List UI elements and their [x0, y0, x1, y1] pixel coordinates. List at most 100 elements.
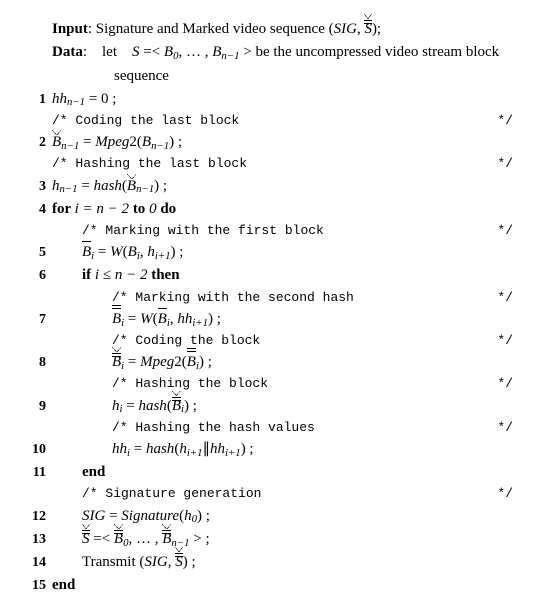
- comment-text: Hashing the hash values: [135, 420, 314, 435]
- for-cond: i = n − 2: [75, 201, 133, 217]
- do-kw: do: [160, 201, 176, 217]
- b-hat: B: [52, 131, 61, 154]
- h3: h: [52, 178, 60, 194]
- comment-open: /*: [82, 486, 105, 501]
- a1-7: B: [158, 308, 167, 331]
- comment-end: */: [497, 221, 517, 241]
- lineno-7: 7: [22, 309, 52, 331]
- mpeg-num: 2(: [129, 134, 142, 150]
- arg3: B: [127, 175, 136, 198]
- data-dots: , … ,: [179, 44, 213, 60]
- algo-line-4: 4 for i = n − 2 to 0 do: [22, 198, 517, 221]
- close14: ) ;: [183, 554, 196, 570]
- for-zero: 0: [149, 201, 160, 217]
- algo-line-8: 8 Bi = Mpeg2(Bi) ;: [22, 351, 517, 374]
- algo-line-10: 10 hhi = hash(hi+1∥hhi+1) ;: [22, 438, 517, 461]
- comment-row-5: /* Coding the block */: [22, 331, 517, 351]
- input-line: Input: Signature and Marked video sequen…: [22, 18, 517, 41]
- algo-line-15: 15 end: [22, 574, 517, 597]
- close9: ) ;: [184, 398, 197, 414]
- a2-5-sub: i+1: [155, 250, 171, 262]
- comment-row-3: /* Marking with the first block */: [22, 221, 517, 241]
- concat-bar: ∥: [203, 441, 211, 457]
- b-bar: B: [82, 241, 91, 264]
- hh10: hh: [112, 441, 127, 457]
- close5: ) ;: [171, 244, 184, 260]
- eq2: =: [79, 134, 95, 150]
- lineno-11: 11: [22, 462, 52, 484]
- data-eq: =<: [140, 44, 164, 60]
- data-close: > be the uncompressed video stream block: [240, 44, 500, 60]
- if-cond: i ≤ n − 2: [95, 267, 151, 283]
- hash9: hash: [138, 398, 166, 414]
- dots13: , … ,: [129, 531, 163, 547]
- w-fn7: W: [140, 311, 153, 327]
- transmit: Transmit (: [82, 554, 144, 570]
- close3: ) ;: [154, 178, 167, 194]
- eq7: =: [124, 311, 140, 327]
- sig14: SIG: [144, 554, 167, 570]
- data-label: Data: [52, 44, 83, 60]
- a1-10: h: [179, 441, 187, 457]
- w-fn: W: [110, 244, 123, 260]
- comment-open: /*: [52, 156, 75, 171]
- a1-5-sub: i: [137, 250, 140, 262]
- algo-line-14: 14 Transmit (SIG, S) ;: [22, 551, 517, 574]
- data-let: : let: [83, 44, 132, 60]
- algo-line-2: 2 Bn−1 = Mpeg2(Bn−1) ;: [22, 131, 517, 154]
- comment-open: /*: [112, 333, 135, 348]
- comment-end: */: [497, 374, 517, 394]
- mpeg8: Mpeg: [140, 354, 174, 370]
- input-text: : Signature and Marked video sequence (: [88, 21, 334, 37]
- if-kw: if: [82, 267, 95, 283]
- lineno-2: 2: [22, 132, 52, 154]
- mpeg: Mpeg: [95, 134, 129, 150]
- arg8: B: [187, 351, 196, 374]
- comment-row-7: /* Hashing the hash values */: [22, 418, 517, 438]
- sig12: SIG: [82, 508, 105, 524]
- s-hatbar: S: [82, 528, 90, 551]
- comment-text: Hashing the last block: [75, 156, 247, 171]
- arg12-sub: 0: [192, 513, 197, 525]
- algo-line-11: 11 end: [22, 461, 517, 484]
- hh10-sub: i: [127, 447, 130, 459]
- comment-row-8: /* Signature generation */: [22, 484, 517, 504]
- comment-end: */: [497, 418, 517, 438]
- sig-sym: SIG: [334, 21, 357, 37]
- comment-text: Coding the last block: [75, 113, 239, 128]
- lineno-8: 8: [22, 352, 52, 374]
- arg12: h: [184, 508, 192, 524]
- comment-end: */: [497, 288, 517, 308]
- close8: ) ;: [199, 354, 212, 370]
- comment-end: */: [497, 154, 517, 174]
- b0-13: B: [114, 528, 123, 551]
- eq3: =: [78, 178, 94, 194]
- algo-line-12: 12 SIG = Signature(h0) ;: [22, 505, 517, 528]
- signature-fn: Signature: [121, 508, 179, 524]
- a2-10: hh: [210, 441, 225, 457]
- comment-open: /*: [52, 113, 75, 128]
- comment-end: */: [497, 331, 517, 351]
- lineno-12: 12: [22, 506, 52, 528]
- hash3: hash: [94, 178, 122, 194]
- b-dbar: B: [112, 308, 121, 331]
- comment-text: Hashing the block: [135, 376, 268, 391]
- arg9: B: [172, 395, 181, 418]
- comment-text: Marking with the second hash: [135, 290, 353, 305]
- lineno-10: 10: [22, 439, 52, 461]
- input-close: );: [372, 21, 381, 37]
- comment-row-1: /* Coding the last block */: [22, 111, 517, 131]
- arg8-sub: i: [196, 360, 199, 372]
- a1-5: B: [128, 244, 137, 260]
- a1-10-sub: i+1: [187, 447, 203, 459]
- close2: ) ;: [169, 134, 182, 150]
- a1-7-sub: i: [167, 317, 170, 329]
- data-bn-sub: n−1: [221, 50, 239, 62]
- comment-end: */: [497, 484, 517, 504]
- eq9: =: [123, 398, 139, 414]
- eq10: =: [130, 441, 146, 457]
- arg9-sub: i: [181, 403, 184, 415]
- data-line: Data: let S =< B0, … , Bn−1 > be the unc…: [22, 41, 517, 64]
- b-dbar-sub: i: [121, 317, 124, 329]
- algo-line-5: 5 Bi = W(Bi, hi+1) ;: [22, 241, 517, 264]
